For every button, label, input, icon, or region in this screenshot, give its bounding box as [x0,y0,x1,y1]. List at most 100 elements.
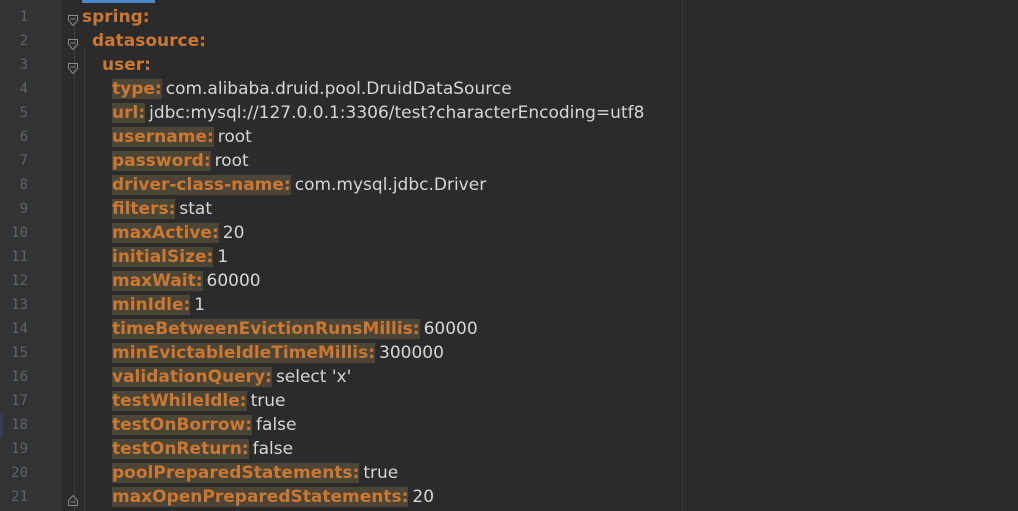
code-line[interactable]: 8 driver-class-name: com.mysql.jdbc.Driver [0,173,1018,197]
code-line[interactable]: 21 maxOpenPreparedStatements: 20 [0,485,1018,509]
code-line[interactable]: 7 password: root [0,149,1018,173]
line-number: 6 [19,129,28,145]
line-number: 10 [11,225,28,241]
yaml-key: filters: [112,199,176,219]
line-number: 2 [19,33,28,49]
line-number: 17 [11,393,28,409]
yaml-value: false [256,415,297,435]
yaml-value: 60000 [423,319,478,339]
yaml-key: datasource: [92,31,206,51]
code-line[interactable]: 15 minEvictableIdleTimeMillis: 300000 [0,341,1018,365]
line-number: 7 [19,153,28,169]
yaml-value: 300000 [379,343,444,363]
line-number: 20 [11,465,28,481]
yaml-value: com.mysql.jdbc.Driver [294,175,487,195]
line-number: 16 [11,369,28,385]
code-line[interactable]: 2 datasource: [0,29,1018,53]
yaml-key: url: [112,103,146,123]
code-content: poolPreparedStatements: true [112,461,398,485]
yaml-key: driver-class-name: [112,175,291,195]
code-line[interactable]: 19 testOnReturn: false [0,437,1018,461]
line-number: 3 [19,57,28,73]
code-content: maxOpenPreparedStatements: 20 [112,485,434,509]
fold-end-icon[interactable] [68,491,78,506]
yaml-key: spring: [82,7,150,27]
code-content: spring: [82,5,150,29]
yaml-value: true [250,391,286,411]
yaml-value: 60000 [206,271,261,291]
line-number: 9 [19,201,28,217]
yaml-value: 1 [217,247,229,267]
code-line[interactable]: 11 initialSize: 1 [0,245,1018,269]
yaml-key: type: [112,79,162,99]
code-content: testWhileIdle: true [112,389,285,413]
yaml-key: username: [112,127,214,147]
code-line[interactable]: 13 minIdle: 1 [0,293,1018,317]
code-line[interactable]: 18 testOnBorrow: false [0,413,1018,437]
code-content: minEvictableIdleTimeMillis: 300000 [112,341,444,365]
yaml-key: testOnBorrow: [112,415,253,435]
yaml-key: testWhileIdle: [112,391,247,411]
yaml-value: stat [179,199,212,219]
code-content: username: root [112,125,252,149]
code-content: initialSize: 1 [112,245,228,269]
yaml-value: root [214,151,249,171]
line-number: 11 [11,249,28,265]
yaml-key: maxOpenPreparedStatements: [112,487,409,507]
code-line[interactable]: 5 url: jdbc:mysql://127.0.0.1:3306/test?ch… [0,101,1018,125]
yaml-key: maxWait: [112,271,203,291]
code-line[interactable]: 4 type: com.alibaba.druid.pool.DruidDataSo… [0,77,1018,101]
code-content: maxActive: 20 [112,221,244,245]
yaml-key: minIdle: [112,295,191,315]
code-content: filters: stat [112,197,212,221]
line-number: 8 [19,177,28,193]
yaml-value: 20 [222,223,245,243]
line-number: 12 [11,273,28,289]
code-line[interactable]: 10 maxActive: 20 [0,221,1018,245]
code-content: testOnReturn: false [112,437,293,461]
fold-collapse-icon[interactable] [68,59,78,75]
fold-collapse-icon[interactable] [68,11,78,27]
yaml-key: testOnReturn: [112,439,249,459]
code-line[interactable]: 1 spring: [0,5,1018,29]
code-line[interactable]: 12 maxWait: 60000 [0,269,1018,293]
code-content: url: jdbc:mysql://127.0.0.1:3306/test?cha… [112,101,644,125]
yaml-key: poolPreparedStatements: [112,463,360,483]
code-line[interactable]: 3 user: [0,53,1018,77]
line-number: 15 [11,345,28,361]
yaml-value: 20 [412,487,435,507]
code-line[interactable]: 9 filters: stat [0,197,1018,221]
code-content: user: [102,53,151,77]
code-line[interactable]: 16 validationQuery: select 'x' [0,365,1018,389]
line-number: 21 [11,489,28,505]
code-line[interactable]: 17 testWhileIdle: true [0,389,1018,413]
yaml-key: validationQuery: [112,367,272,387]
line-number: 14 [11,321,28,337]
code-line[interactable]: 14 timeBetweenEvictionRunsMillis: 60000 [0,317,1018,341]
code-content: password: root [112,149,249,173]
line-number: 1 [19,9,28,25]
code-editor[interactable]: 1 spring: 2 datasource: 3 user: 4 type: com.alib… [0,0,1018,511]
code-line[interactable]: 20 poolPreparedStatements: true [0,461,1018,485]
yaml-value: false [252,439,294,459]
code-line[interactable]: 6 username: root [0,125,1018,149]
line-number: 5 [19,105,28,121]
line-number: 19 [11,441,28,457]
yaml-value: root [217,127,252,147]
code-content: minIdle: 1 [112,293,205,317]
yaml-key: minEvictableIdleTimeMillis: [112,343,376,363]
code-content: driver-class-name: com.mysql.jdbc.Driver [112,173,486,197]
yaml-key: user: [102,55,151,75]
line-number: 18 [11,417,28,433]
yaml-key: timeBetweenEvictionRunsMillis: [112,319,420,339]
fold-collapse-icon[interactable] [68,35,78,51]
yaml-key: password: [112,151,211,171]
code-content: maxWait: 60000 [112,269,261,293]
code-content: timeBetweenEvictionRunsMillis: 60000 [112,317,478,341]
yaml-key: maxActive: [112,223,219,243]
code-content: type: com.alibaba.druid.pool.DruidDataSou… [112,77,512,101]
line-number: 13 [11,297,28,313]
yaml-value: com.alibaba.druid.pool.DruidDataSource [165,79,512,99]
code-content: datasource: [92,29,206,53]
yaml-value: jdbc:mysql://127.0.0.1:3306/test?charact… [149,103,645,123]
